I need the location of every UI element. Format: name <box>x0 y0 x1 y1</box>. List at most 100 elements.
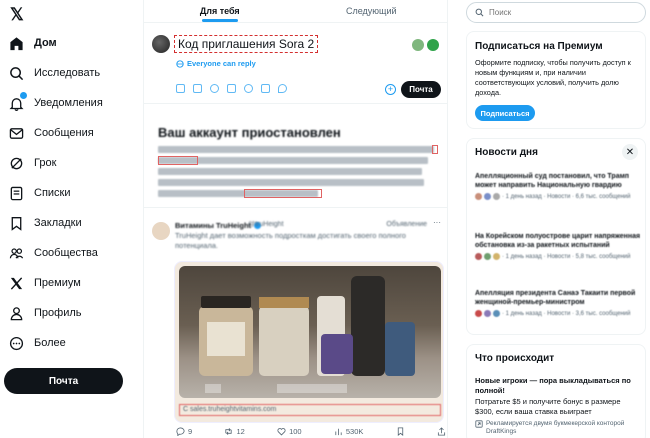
subscribe-button[interactable]: Подписаться <box>475 105 535 121</box>
ad-label: Объявление <box>386 221 427 228</box>
more-circle-icon <box>8 335 24 351</box>
notice-line <box>158 157 428 164</box>
timeline-tabs: Для тебя Следующий <box>144 0 447 23</box>
add-post-icon[interactable]: + <box>385 84 396 95</box>
rules-link[interactable] <box>432 145 438 154</box>
poll-icon[interactable] <box>227 84 236 93</box>
reply-count: 9 <box>188 427 193 436</box>
search-icon <box>8 65 24 81</box>
nav-label: Грок <box>34 157 57 169</box>
news-headline: Апелляция президента Санаэ Такаити перво… <box>475 290 636 306</box>
news-item[interactable]: Апелляционный суд постановил, что Трамп … <box>475 172 641 200</box>
grammar-extension-icon[interactable] <box>412 39 424 51</box>
x-logo[interactable]: 𝕏 <box>10 5 30 25</box>
appeal-link[interactable] <box>244 189 322 198</box>
gif-icon[interactable] <box>193 84 202 93</box>
nav-item-notifications[interactable]: Уведомления <box>8 92 103 114</box>
more-options-icon[interactable]: ··· <box>433 218 441 227</box>
grammarly-icon[interactable] <box>427 39 439 51</box>
avatar <box>493 310 500 317</box>
avatar <box>475 310 482 317</box>
nav-item-premium[interactable]: Премиум <box>8 272 81 294</box>
views-button[interactable]: 530K <box>334 427 364 436</box>
nav-item-grok[interactable]: Грок <box>8 152 56 174</box>
nav-label: Сообщества <box>34 247 98 259</box>
tweet-actions: 9 12 100 530K <box>176 427 446 436</box>
trend-headline[interactable]: Новые игроки — пора выкладываться по пол… <box>475 376 641 396</box>
promoted-label: Рекламируется двумя букмекерской конторо… <box>475 420 641 436</box>
retweet-count: 12 <box>236 427 245 436</box>
reply-icon <box>176 427 185 436</box>
compose-input[interactable]: Код приглашения Sora 2 <box>174 35 319 53</box>
list-icon <box>8 185 24 201</box>
bookmark-button[interactable] <box>396 427 405 436</box>
compose-post-button[interactable]: Почта <box>401 81 441 98</box>
notification-badge <box>20 92 27 99</box>
left-nav: 𝕏 Дом Исследовать Уведомления Сообщения … <box>0 0 142 438</box>
x-icon <box>8 275 24 291</box>
reply-button[interactable]: 9 <box>176 427 192 436</box>
like-button[interactable]: 100 <box>277 427 302 436</box>
reply-settings[interactable]: Everyone can reply <box>176 59 256 68</box>
premium-text: Оформите подписку, чтобы получить доступ… <box>475 58 631 97</box>
retweet-button[interactable]: 12 <box>224 427 245 436</box>
avatar <box>484 253 491 260</box>
tweet-media[interactable]: С sales.truheightvitamins.com <box>174 261 444 423</box>
home-icon <box>8 35 24 51</box>
nav-item-home[interactable]: Дом <box>8 32 57 54</box>
nav-item-more[interactable]: Более <box>8 332 66 354</box>
notice-line <box>158 179 424 186</box>
compose-box: Код приглашения Sora 2 Everyone can repl… <box>144 24 447 104</box>
post-button[interactable]: Почта <box>4 368 123 394</box>
people-icon <box>8 245 24 261</box>
promoted-icon <box>475 420 483 428</box>
news-item[interactable]: На Корейском полуострове царит напряженн… <box>475 232 641 260</box>
search-input[interactable] <box>489 8 629 17</box>
news-headline: Апелляционный суд постановил, что Трамп … <box>475 173 629 189</box>
grok-icon <box>8 155 24 171</box>
nav-label: Сообщения <box>34 127 94 139</box>
like-count: 100 <box>289 427 302 436</box>
avatar <box>493 193 500 200</box>
news-card: Новости дня ✕ Апелляционный суд постанов… <box>466 138 646 335</box>
news-meta: · 1 день назад · Новости · 3,6 тыс. сооб… <box>475 310 641 317</box>
promoted-tweet[interactable]: Витамины TruHeight @truHeight Объявление… <box>144 209 447 438</box>
tab-following[interactable]: Следующий <box>296 0 448 22</box>
nav-item-communities[interactable]: Сообщества <box>8 242 98 264</box>
nav-item-explore[interactable]: Исследовать <box>8 62 100 84</box>
news-meta: · 1 день назад · Новости · 5,8 тыс. сооб… <box>475 253 641 260</box>
tweet-handle[interactable]: @truHeight <box>248 221 284 228</box>
nav-item-lists[interactable]: Списки <box>8 182 71 204</box>
location-icon[interactable] <box>278 84 287 93</box>
avatar[interactable] <box>152 222 170 240</box>
product-bottle <box>351 276 385 376</box>
avatar <box>475 193 482 200</box>
whats-happening-title: Что происходит <box>475 353 555 364</box>
suspension-notice: Ваш аккаунт приостановлен <box>144 105 447 208</box>
news-item[interactable]: Апелляция президента Санаэ Такаити перво… <box>475 289 641 317</box>
main-timeline: Для тебя Следующий Код приглашения Sora … <box>143 0 448 438</box>
tweet-link[interactable]: С sales.truheightvitamins.com <box>179 404 441 416</box>
grok-icon[interactable] <box>210 84 219 93</box>
emoji-icon[interactable] <box>244 84 253 93</box>
whats-happening-card: Что происходит Новые игроки — пора выкла… <box>466 344 646 438</box>
product-jar <box>321 334 353 374</box>
nav-item-messages[interactable]: Сообщения <box>8 122 94 144</box>
reply-settings-label: Everyone can reply <box>187 59 256 68</box>
schedule-icon[interactable] <box>261 84 270 93</box>
tab-for-you[interactable]: Для тебя <box>144 0 296 22</box>
product-photo[interactable] <box>179 266 441 398</box>
notice-line <box>158 146 434 153</box>
avatar[interactable] <box>152 35 170 53</box>
nav-item-bookmarks[interactable]: Закладки <box>8 212 82 234</box>
share-button[interactable] <box>437 427 446 436</box>
image-icon[interactable] <box>176 84 185 93</box>
views-count: 530K <box>345 427 364 436</box>
product-jar <box>199 296 253 376</box>
rules-link[interactable] <box>158 156 198 165</box>
search-bar[interactable] <box>466 2 646 23</box>
mail-icon <box>8 125 24 141</box>
nav-item-profile[interactable]: Профиль <box>8 302 82 324</box>
share-icon <box>437 427 446 436</box>
close-icon[interactable]: ✕ <box>622 144 638 160</box>
